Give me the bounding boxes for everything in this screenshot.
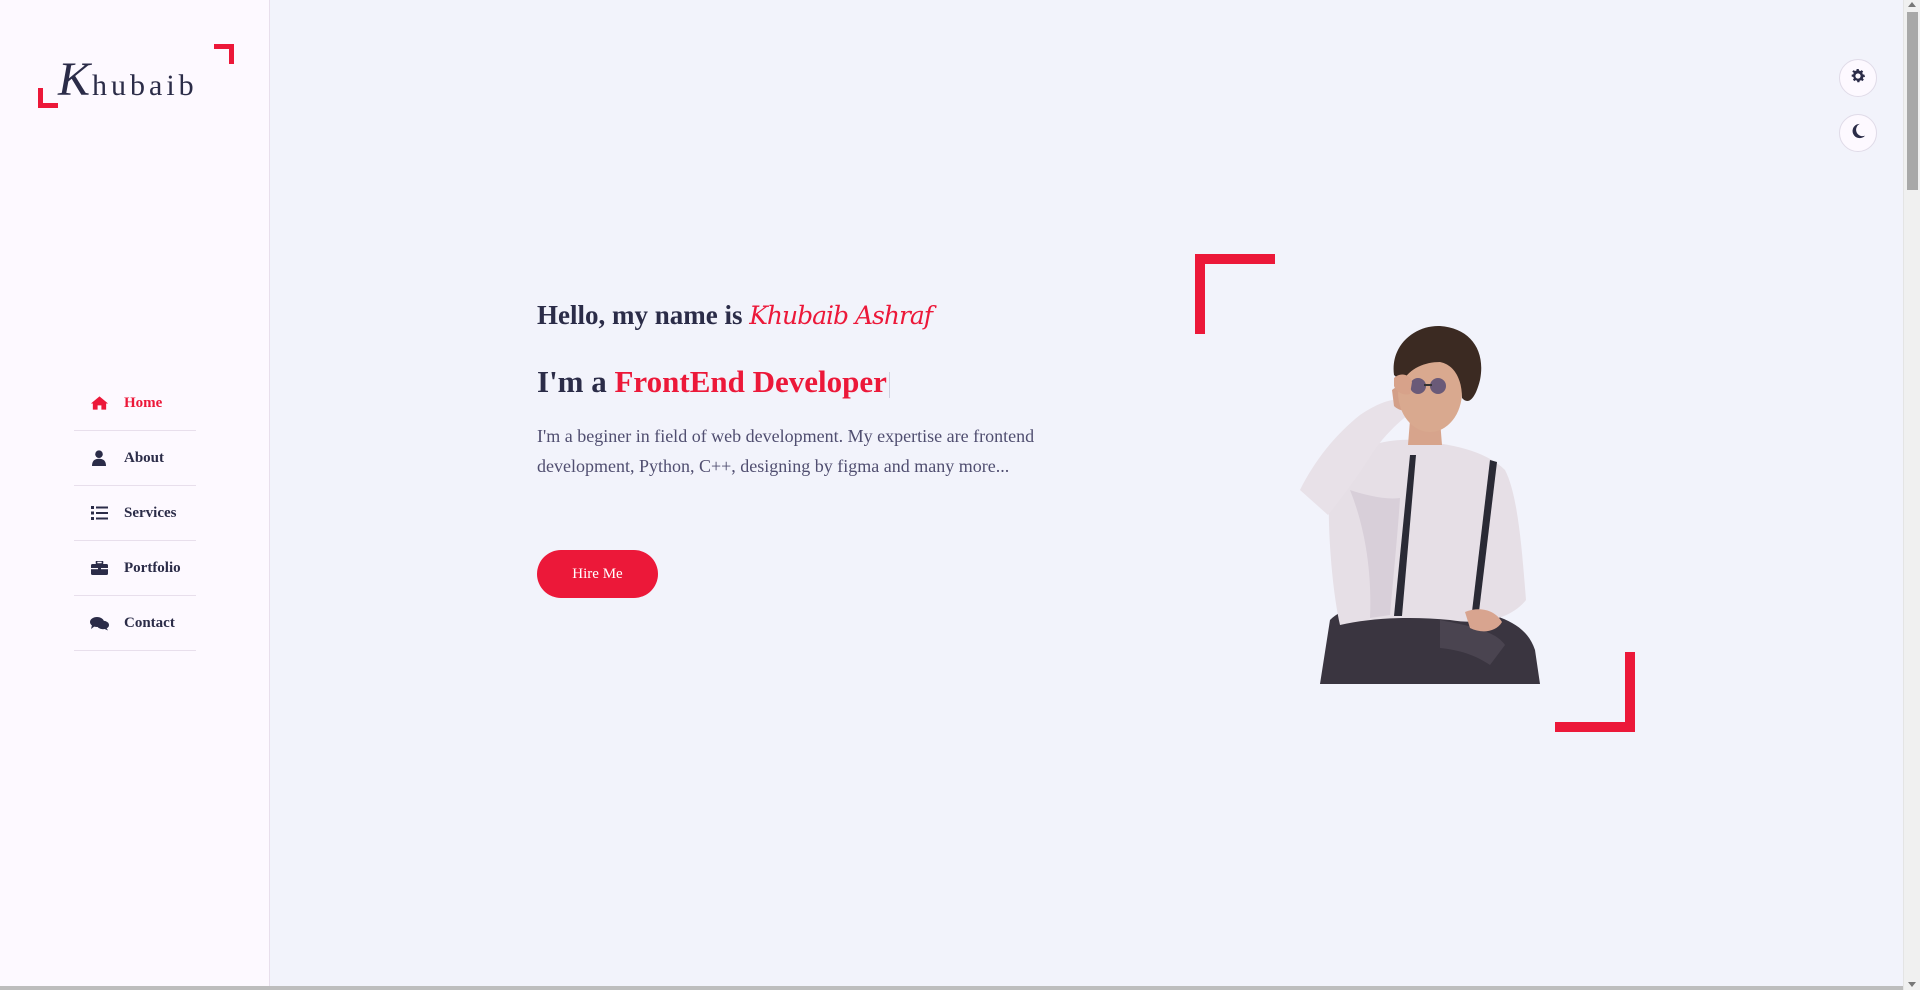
horizontal-scrollbar[interactable] [0,986,1903,990]
hero-description: I'm a beginer in field of web developmen… [537,426,1035,476]
nav-item-home[interactable]: Home [74,376,196,431]
scroll-up-arrow[interactable] [1908,2,1916,7]
typed-role: FrontEnd Developer [614,364,887,399]
hire-me-button[interactable]: Hire Me [537,550,658,598]
gear-icon [1849,67,1867,90]
settings-button[interactable] [1839,59,1877,97]
frame-corner-bottom-right [1555,652,1635,732]
profile-photo [1300,325,1540,684]
greeting-heading: Hello, my name is Khubaib Ashraf [537,300,933,331]
nav-item-label: About [124,449,165,466]
nav-item-portfolio[interactable]: Portfolio [74,541,196,596]
comments-icon [88,614,110,632]
scroll-down-arrow[interactable] [1908,982,1916,987]
moon-icon [1849,122,1867,145]
nav-item-services[interactable]: Services [74,486,196,541]
vertical-scrollbar[interactable] [1903,0,1920,990]
user-icon [88,449,110,467]
theme-toggle-button[interactable] [1839,114,1877,152]
nav-item-contact[interactable]: Contact [74,596,196,651]
role-heading: I'm a FrontEnd Developer [537,364,890,400]
nav-item-label: Services [124,504,177,521]
nav-menu: Home About Services Portfolio Contact [74,376,196,651]
logo-text: Khubaib [58,53,198,106]
frame-corner-top-left [1195,254,1275,334]
profile-image-frame [1195,254,1635,732]
greeting-text: Hello, my name is [537,300,743,330]
scroll-thumb[interactable] [1907,12,1918,190]
hero-section: Hello, my name is Khubaib Ashraf I'm a F… [270,0,1900,990]
nav-item-label: Portfolio [124,559,181,576]
logo-bracket-top-right [214,44,234,64]
nav-item-label: Home [124,394,163,411]
hero-name: Khubaib Ashraf [749,301,933,330]
nav-item-about[interactable]: About [74,431,196,486]
logo[interactable]: Khubaib [38,44,234,108]
role-prefix: I'm a [537,364,607,399]
logo-bracket-bottom-left [38,88,58,108]
nav-item-label: Contact [124,614,175,631]
list-icon [88,504,110,522]
home-icon [88,394,110,412]
briefcase-icon [88,559,110,577]
typing-cursor [888,371,890,398]
sidebar: Khubaib Home About Services Portfolio Co… [0,0,270,990]
